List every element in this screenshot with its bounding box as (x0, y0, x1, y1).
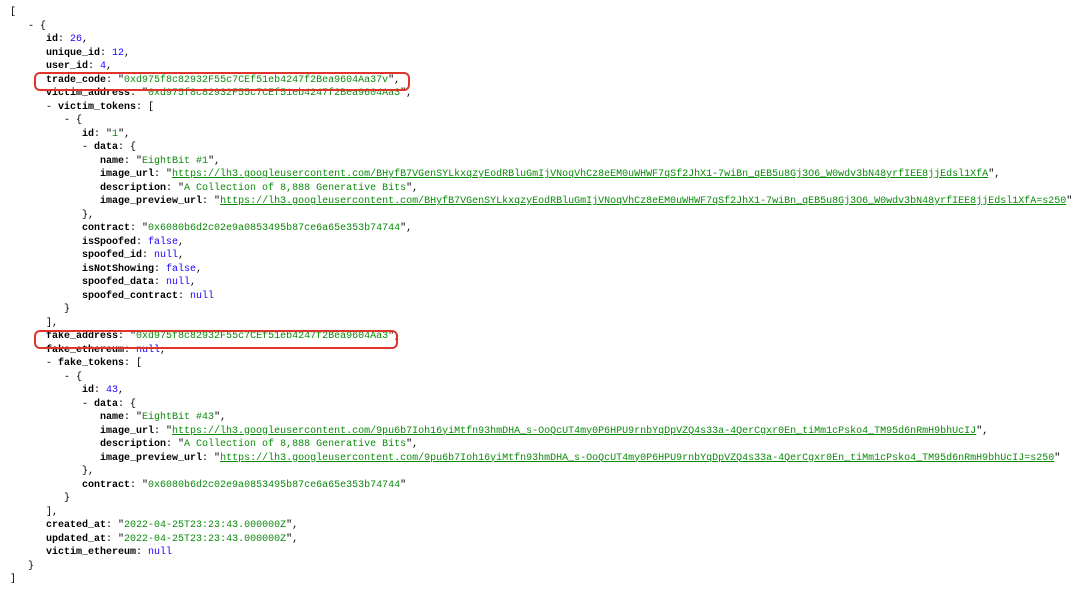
toggle-icon[interactable]: - (82, 142, 88, 153)
line-fake-tokens-close: ], (10, 506, 1076, 520)
line-fake-token-obj-open: - { (10, 371, 1076, 385)
line-vt-spoofed-contract: spoofed_contract: null (10, 290, 1076, 304)
line-victim-ethereum: victim_ethereum: null (10, 546, 1076, 560)
toggle-icon[interactable]: - (46, 102, 52, 113)
line-vt-spoofed-id: spoofed_id: null, (10, 249, 1076, 263)
link-vt-image-url[interactable]: https://lh3.googleusercontent.com/BHyfB7… (172, 169, 988, 180)
line-array-close: ] (10, 573, 1076, 587)
line-victim-token-obj-close: } (10, 303, 1076, 317)
line-victim-tokens-close: ], (10, 317, 1076, 331)
line-vt-data-open: - data: { (10, 141, 1076, 155)
line-vt-isspoofed: isSpoofed: false, (10, 236, 1076, 250)
line-ft-data-open: - data: { (10, 398, 1076, 412)
line-updated-at: updated_at: "2022-04-25T23:23:43.000000Z… (10, 533, 1076, 547)
line-ft-name: name: "EightBit #43", (10, 411, 1076, 425)
toggle-icon[interactable]: - (64, 372, 70, 383)
line-ft-description: description: "A Collection of 8,888 Gene… (10, 438, 1076, 452)
line-id: id: 26, (10, 33, 1076, 47)
line-ft-id: id: 43, (10, 384, 1076, 398)
toggle-icon[interactable]: - (46, 358, 52, 369)
line-vt-image-url: image_url: "https://lh3.googleuserconten… (10, 168, 1076, 182)
line-obj-close: } (10, 560, 1076, 574)
line-victim-token-obj-open: - { (10, 114, 1076, 128)
toggle-icon[interactable]: - (28, 21, 34, 32)
line-created-at: created_at: "2022-04-25T23:23:43.000000Z… (10, 519, 1076, 533)
line-fake-address: fake_address: "0xd975f8c82932F55c7CEf51e… (10, 330, 1076, 344)
line-fake-token-obj-close: } (10, 492, 1076, 506)
line-vt-description: description: "A Collection of 8,888 Gene… (10, 182, 1076, 196)
line-trade-code: trade_code: "0xd975f8c82932F55c7CEf51eb4… (10, 74, 1076, 88)
line-vt-image-preview-url: image_preview_url: "https://lh3.googleus… (10, 195, 1076, 209)
line-vt-spoofed-data: spoofed_data: null, (10, 276, 1076, 290)
json-viewer: [ - { id: 26, unique_id: 12, user_id: 4,… (0, 0, 1080, 593)
line-ft-data-close: }, (10, 465, 1076, 479)
line-vt-id: id: "1", (10, 128, 1076, 142)
line-ft-contract: contract: "0x6080b6d2c02e9a0853495b87ce6… (10, 479, 1076, 493)
line-ft-image-url: image_url: "https://lh3.googleuserconten… (10, 425, 1076, 439)
line-vt-contract: contract: "0x6080b6d2c02e9a0853495b87ce6… (10, 222, 1076, 236)
line-ft-image-preview-url: image_preview_url: "https://lh3.googleus… (10, 452, 1076, 466)
line-obj-open: - { (10, 20, 1076, 34)
line-fake-tokens-open: - fake_tokens: [ (10, 357, 1076, 371)
link-ft-image-preview-url[interactable]: https://lh3.googleusercontent.com/9pu6b7… (220, 453, 1054, 464)
line-unique-id: unique_id: 12, (10, 47, 1076, 61)
toggle-icon[interactable]: - (82, 399, 88, 410)
toggle-icon[interactable]: - (64, 115, 70, 126)
link-ft-image-url[interactable]: https://lh3.googleusercontent.com/9pu6b7… (172, 426, 976, 437)
line-vt-isnotshowing: isNotShowing: false, (10, 263, 1076, 277)
line-vt-data-close: }, (10, 209, 1076, 223)
line-array-open: [ (10, 6, 1076, 20)
line-fake-ethereum: fake_ethereum: null, (10, 344, 1076, 358)
line-vt-name: name: "EightBit #1", (10, 155, 1076, 169)
link-vt-image-preview-url[interactable]: https://lh3.googleusercontent.com/BHyfB7… (220, 196, 1066, 207)
line-victim-address: victim_address: "0xd975f8c82932F55c7CEf5… (10, 87, 1076, 101)
line-victim-tokens-open: - victim_tokens: [ (10, 101, 1076, 115)
line-user-id: user_id: 4, (10, 60, 1076, 74)
